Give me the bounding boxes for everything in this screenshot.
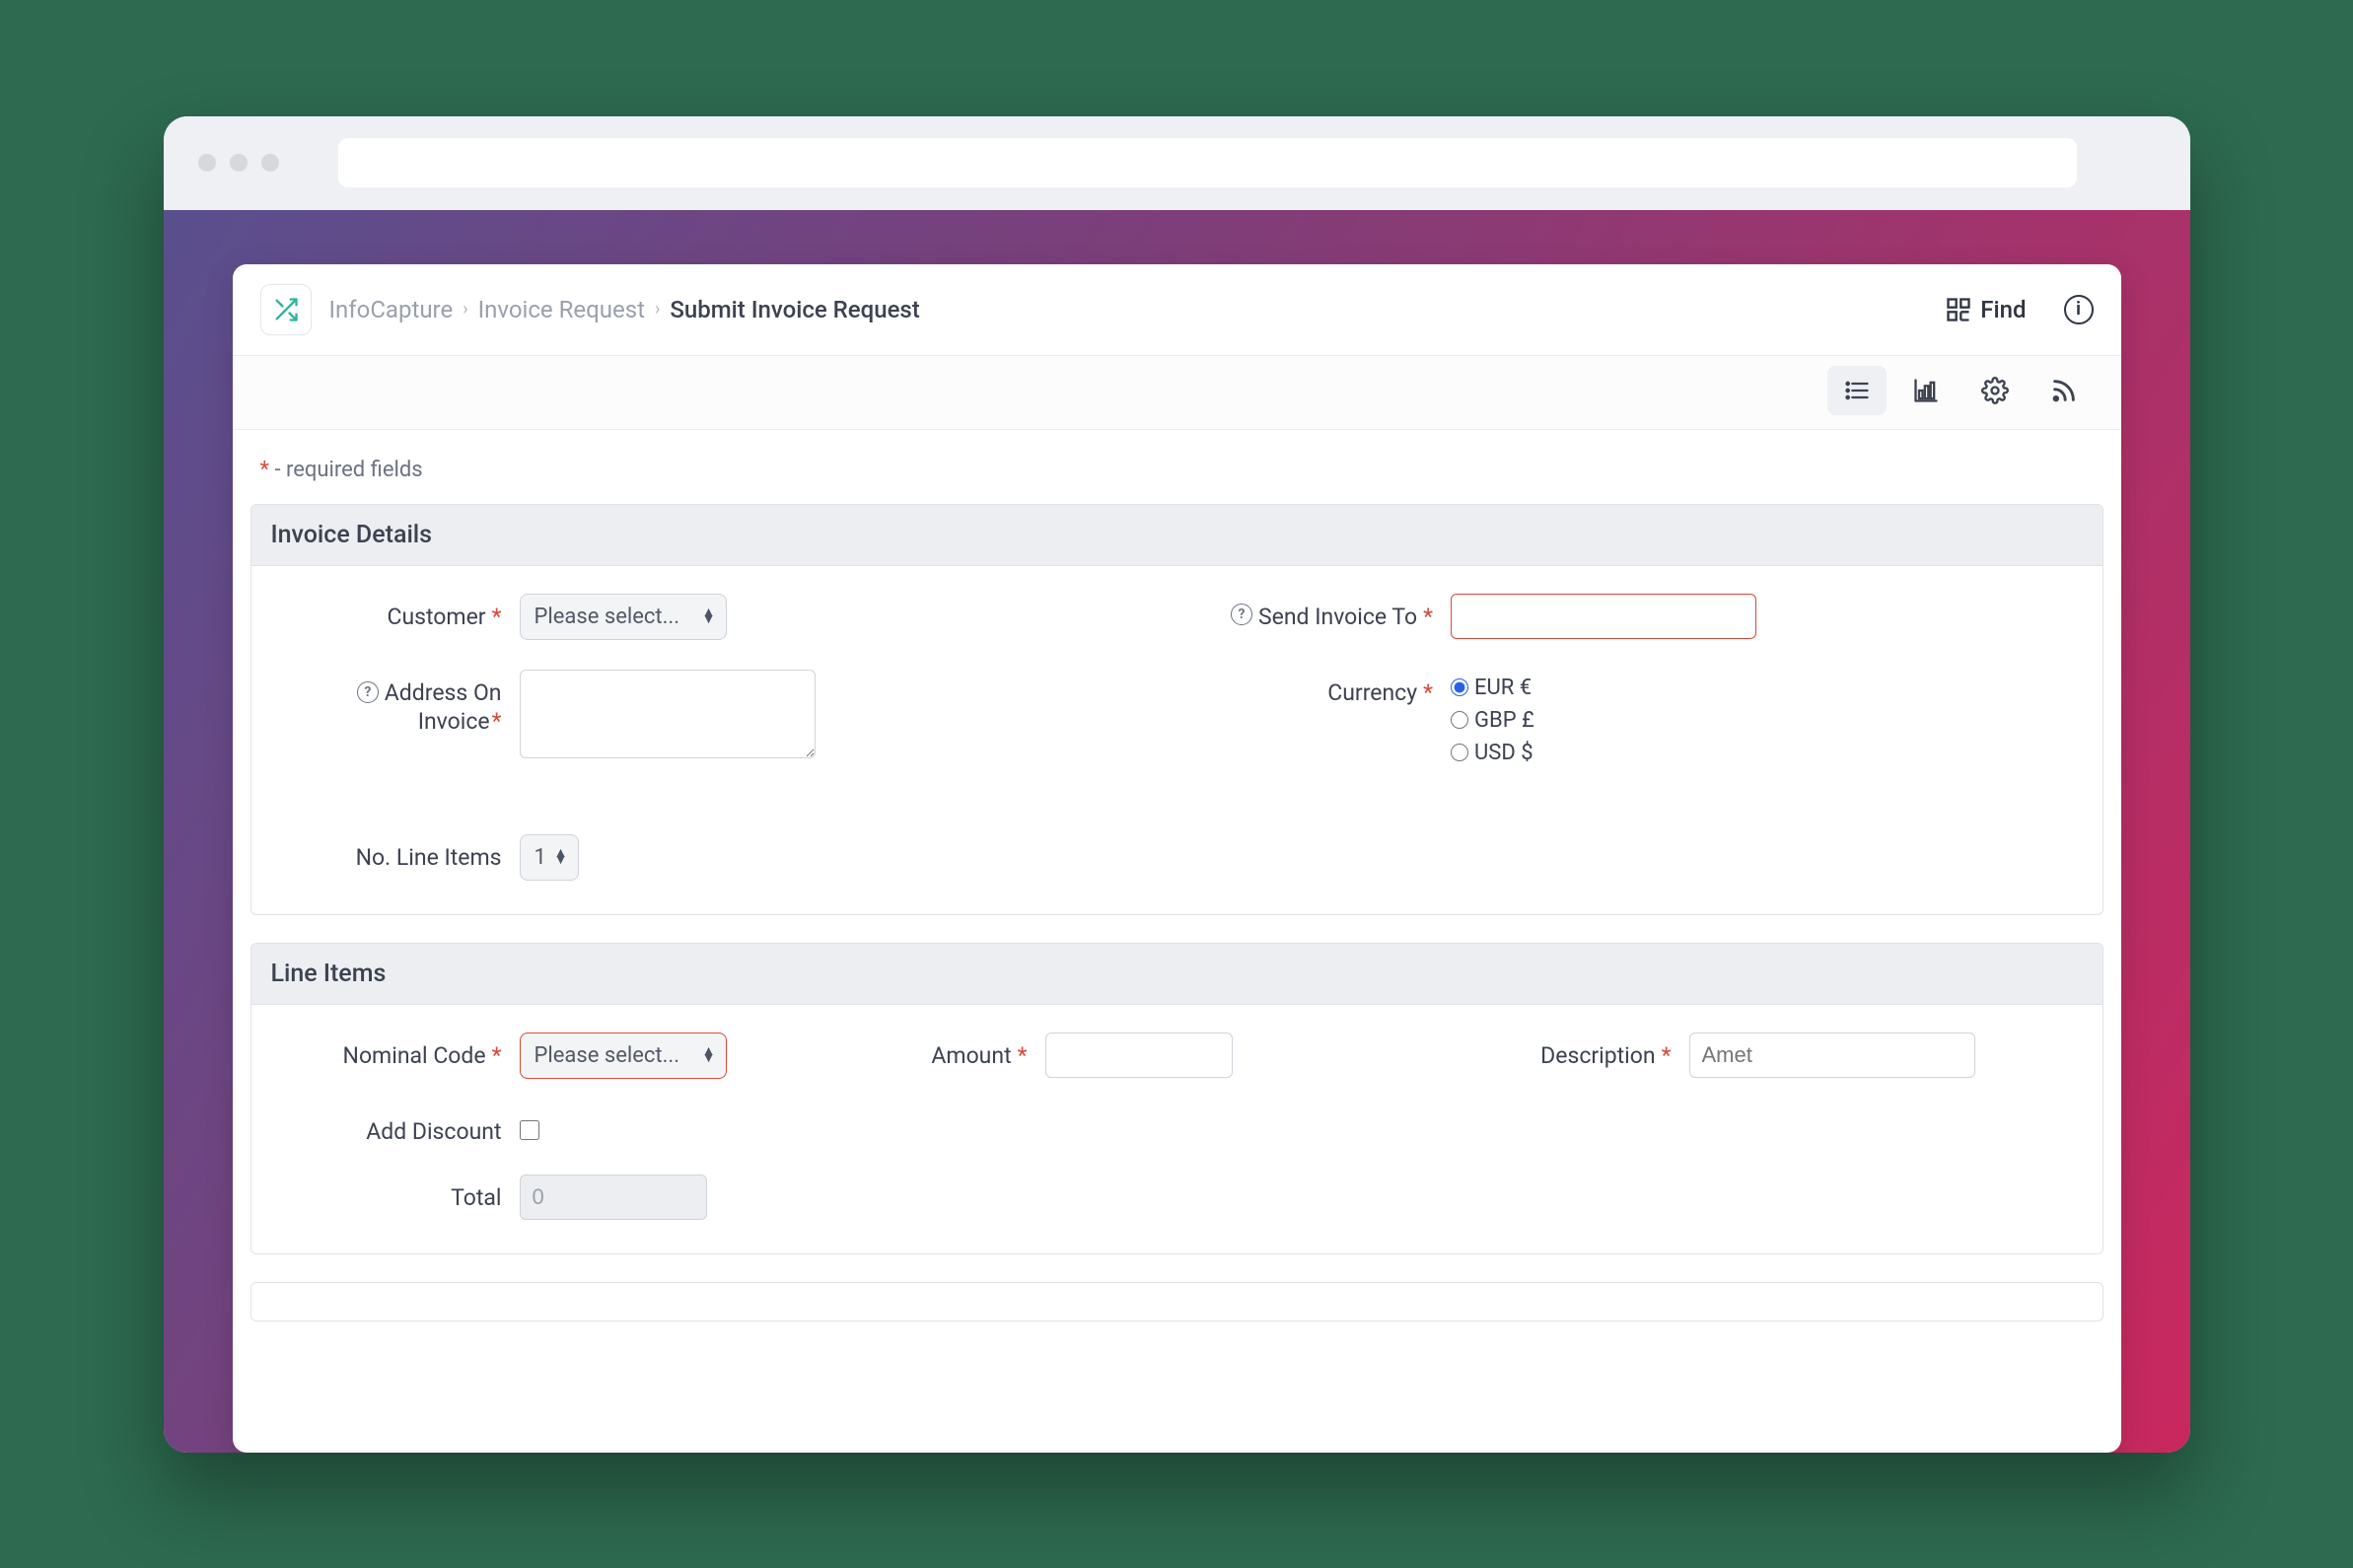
find-button[interactable]: Find — [1945, 296, 2026, 323]
maximize-window-dot[interactable] — [261, 154, 279, 172]
required-asterisk: * — [492, 708, 502, 735]
address-on-invoice-textarea[interactable] — [520, 670, 816, 758]
window-controls — [198, 154, 279, 172]
content-area: * - required fields Invoice Details Cust… — [233, 430, 2121, 1453]
customer-select[interactable]: Please select... ▲▼ — [520, 594, 727, 640]
currency-field: Currency* EUR € GBP £ USD $ — [1206, 670, 2079, 765]
page-header: InfoCapture › Invoice Request › Submit I… — [233, 264, 2121, 356]
gear-icon — [1981, 377, 2009, 404]
field-label: Total — [451, 1184, 501, 1211]
app-logo[interactable] — [260, 284, 312, 335]
asterisk-icon: * — [260, 458, 269, 482]
customer-field: Customer * Please select... ▲▼ — [275, 594, 1148, 640]
panel-title: Line Items — [251, 944, 2103, 1005]
required-asterisk: * — [492, 604, 502, 630]
breadcrumb-item[interactable]: Invoice Request — [478, 296, 645, 323]
qr-find-icon — [1945, 296, 1972, 323]
field-label: Amount — [931, 1042, 1011, 1069]
radio-input[interactable] — [1451, 711, 1468, 729]
browser-toolbar — [164, 116, 2190, 210]
line-items-panel: Line Items Nominal Code* Please select..… — [250, 943, 2103, 1254]
no-line-items-field: No. Line Items 1 ▲▼ — [275, 834, 1148, 881]
browser-window: InfoCapture › Invoice Request › Submit I… — [164, 116, 2190, 1453]
list-view-button[interactable] — [1827, 366, 1887, 415]
help-icon[interactable]: ? — [357, 681, 379, 703]
nominal-code-select[interactable]: Please select... ▲▼ — [520, 1033, 727, 1079]
currency-radio-group: EUR € GBP £ USD $ — [1451, 670, 1534, 765]
breadcrumb: InfoCapture › Invoice Request › Submit I… — [329, 296, 920, 323]
add-discount-field: Add Discount — [275, 1108, 850, 1145]
bar-chart-icon — [1912, 377, 1940, 404]
field-label: Add Discount — [366, 1118, 501, 1145]
required-asterisk: * — [1662, 1042, 1672, 1069]
currency-option-usd[interactable]: USD $ — [1451, 741, 1534, 765]
chart-view-button[interactable] — [1896, 366, 1956, 415]
shuffle-icon — [272, 296, 300, 323]
viewport: InfoCapture › Invoice Request › Submit I… — [164, 210, 2190, 1453]
address-on-invoice-field: ?Address OnInvoice* — [275, 670, 1148, 765]
breadcrumb-current: Submit Invoice Request — [670, 296, 919, 323]
required-asterisk: * — [1423, 604, 1433, 630]
invoice-details-panel: Invoice Details Customer * Please select.… — [250, 504, 2103, 915]
amount-input[interactable] — [1045, 1033, 1233, 1078]
field-label: Customer — [387, 604, 485, 630]
breadcrumb-item[interactable]: InfoCapture — [329, 296, 454, 323]
required-asterisk: * — [1423, 679, 1433, 706]
select-arrows-icon: ▲▼ — [554, 850, 568, 864]
chevron-right-icon: › — [655, 299, 660, 320]
description-field: Description * — [1504, 1033, 2079, 1079]
send-invoice-to-field: ? Send Invoice To* — [1206, 594, 2079, 640]
field-label: No. Line Items — [356, 844, 502, 871]
add-discount-checkbox[interactable] — [520, 1120, 539, 1140]
list-icon — [1843, 377, 1871, 404]
help-icon[interactable]: ? — [1231, 604, 1252, 625]
select-arrows-icon: ▲▼ — [702, 609, 716, 623]
send-invoice-to-input[interactable] — [1451, 594, 1756, 639]
next-panel-peek — [250, 1282, 2103, 1321]
field-label: Description — [1540, 1042, 1655, 1069]
total-output — [520, 1175, 707, 1220]
nominal-code-field: Nominal Code* Please select... ▲▼ — [275, 1033, 850, 1079]
radio-input[interactable] — [1451, 744, 1468, 761]
close-window-dot[interactable] — [198, 154, 216, 172]
no-line-items-select[interactable]: 1 ▲▼ — [520, 834, 579, 881]
find-label: Find — [1980, 296, 2026, 323]
url-bar[interactable] — [338, 138, 2077, 187]
amount-field: Amount * — [890, 1033, 1464, 1079]
required-asterisk: * — [1018, 1042, 1028, 1069]
panel-title: Invoice Details — [251, 505, 2103, 566]
field-label: Nominal Code — [343, 1042, 486, 1069]
select-arrows-icon: ▲▼ — [702, 1048, 716, 1062]
view-toolbar — [233, 356, 2121, 430]
radio-input[interactable] — [1451, 678, 1468, 696]
settings-button[interactable] — [1965, 366, 2025, 415]
description-input[interactable] — [1689, 1033, 1975, 1078]
app-card: InfoCapture › Invoice Request › Submit I… — [233, 264, 2121, 1453]
help-icon[interactable]: i — [2064, 295, 2094, 324]
rss-icon — [2050, 377, 2078, 404]
currency-option-eur[interactable]: EUR € — [1451, 676, 1534, 700]
required-note: * - required fields — [243, 448, 2111, 504]
rss-button[interactable] — [2034, 366, 2094, 415]
total-field: Total — [275, 1175, 850, 1220]
chevron-right-icon: › — [463, 299, 467, 320]
minimize-window-dot[interactable] — [230, 154, 248, 172]
currency-option-gbp[interactable]: GBP £ — [1451, 708, 1534, 733]
field-label: Currency — [1327, 679, 1417, 706]
field-label: Send Invoice To — [1258, 604, 1417, 630]
required-asterisk: * — [492, 1042, 502, 1069]
